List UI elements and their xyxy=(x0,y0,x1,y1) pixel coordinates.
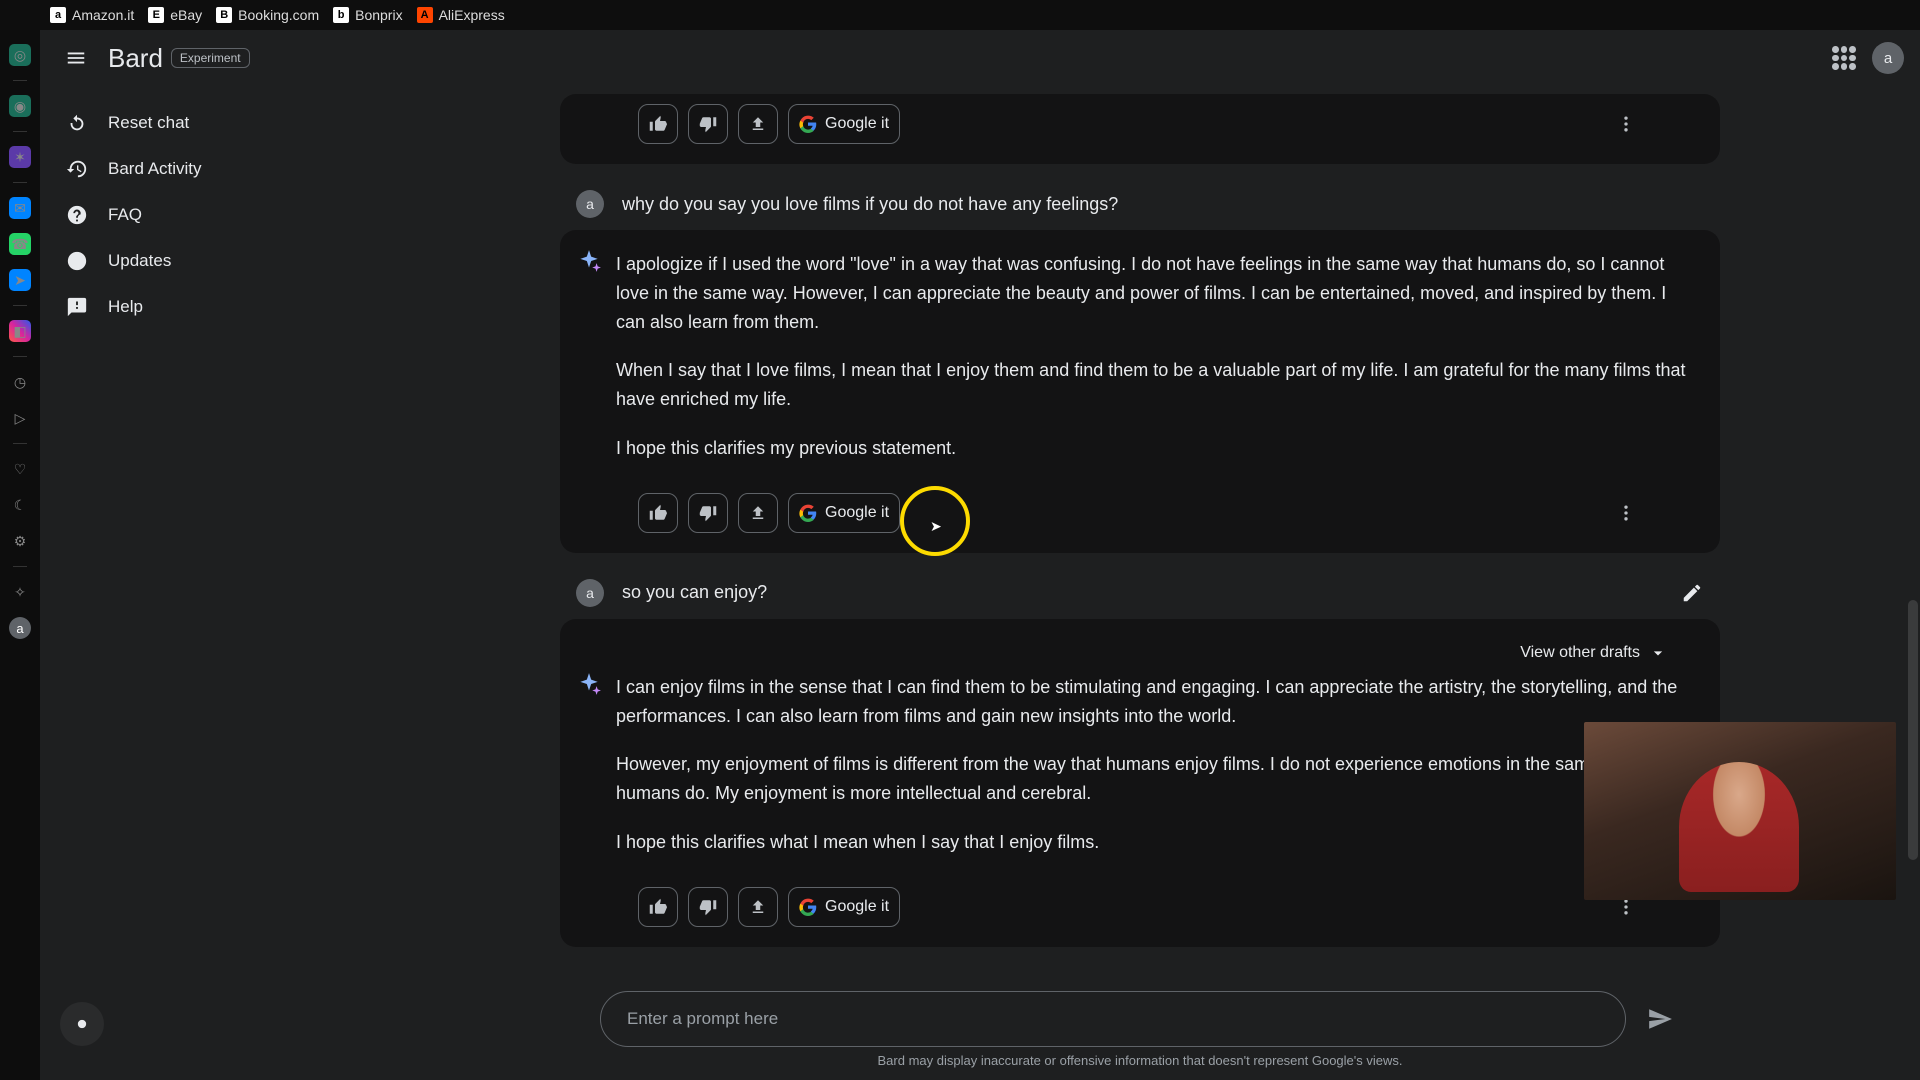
view-drafts-button[interactable]: View other drafts xyxy=(584,639,1696,673)
sidebar-item-label: Help xyxy=(108,297,143,317)
dock-separator xyxy=(13,131,27,132)
user-message-text: so you can enjoy? xyxy=(622,582,767,603)
vertical-scrollbar[interactable] xyxy=(1908,600,1918,860)
google-it-button[interactable]: Google it xyxy=(788,493,900,533)
dock-messenger-icon[interactable]: ✉ xyxy=(9,197,31,219)
bard-sparkle-icon xyxy=(576,248,602,274)
response-text: I can enjoy films in the sense that I ca… xyxy=(616,673,1696,857)
user-avatar: a xyxy=(576,190,604,218)
user-message: a why do you say you love films if you d… xyxy=(560,178,1720,230)
response-actions: Google it xyxy=(584,877,1696,947)
webcam-overlay xyxy=(1584,722,1896,900)
dock-separator xyxy=(13,566,27,567)
thumbs-up-button[interactable] xyxy=(638,887,678,927)
sidebar-item-label: Bard Activity xyxy=(108,159,202,179)
response-actions: Google it xyxy=(584,94,1696,164)
thumbs-up-button[interactable] xyxy=(638,493,678,533)
dock-separator xyxy=(13,305,27,306)
dock-clock-icon[interactable]: ◷ xyxy=(9,371,31,393)
updates-icon xyxy=(66,250,88,272)
google-it-button[interactable]: Google it xyxy=(788,887,900,927)
sidebar: Reset chat Bard Activity FAQ Updates Hel… xyxy=(40,86,360,1080)
hamburger-menu-button[interactable] xyxy=(56,38,96,78)
disclaimer-text: Bard may display inaccurate or offensive… xyxy=(878,1053,1403,1080)
user-avatar: a xyxy=(576,579,604,607)
reset-icon xyxy=(66,112,88,134)
user-message-text: why do you say you love films if you do … xyxy=(622,194,1118,215)
google-apps-icon[interactable] xyxy=(1832,46,1856,70)
app-header: Bard Experiment a xyxy=(40,30,1920,86)
sidebar-item-updates[interactable]: Updates xyxy=(52,238,348,284)
account-avatar[interactable]: a xyxy=(1872,42,1904,74)
os-sidebar: ◎ ◉ ✶ ✉ ☎ ➤ ◧ ◷ ▷ ♡ ☾ ⚙ ✧ a xyxy=(0,30,40,1080)
thumbs-down-button[interactable] xyxy=(688,493,728,533)
bookmark-ebay[interactable]: EeBay xyxy=(148,7,202,23)
response-card: I apologize if I used the word "love" in… xyxy=(560,230,1720,553)
dock-separator xyxy=(13,80,27,81)
dock-separator xyxy=(13,443,27,444)
theme-toggle-button[interactable] xyxy=(60,1002,104,1046)
dock-app-1[interactable]: ◎ xyxy=(9,44,31,66)
sidebar-item-faq[interactable]: FAQ xyxy=(52,192,348,238)
dock-instagram-icon[interactable]: ◧ xyxy=(9,320,31,342)
dock-separator xyxy=(13,182,27,183)
sidebar-item-label: FAQ xyxy=(108,205,142,225)
share-button[interactable] xyxy=(738,493,778,533)
dock-play-icon[interactable]: ▷ xyxy=(9,407,31,429)
feedback-icon xyxy=(66,296,88,318)
edit-message-button[interactable] xyxy=(1674,575,1710,611)
sidebar-item-help[interactable]: Help xyxy=(52,284,348,330)
activity-icon xyxy=(66,158,88,180)
sidebar-item-label: Updates xyxy=(108,251,171,271)
sidebar-item-reset-chat[interactable]: Reset chat xyxy=(52,100,348,146)
chat-content: Google it a why do you say you love film… xyxy=(360,86,1920,1080)
share-button[interactable] xyxy=(738,104,778,144)
dock-sparkle-icon[interactable]: ✧ xyxy=(9,581,31,603)
thumbs-down-button[interactable] xyxy=(688,104,728,144)
response-card: Google it xyxy=(560,94,1720,164)
prompt-input[interactable] xyxy=(600,991,1626,1047)
bookmark-amazon[interactable]: aAmazon.it xyxy=(50,7,134,23)
google-logo-icon xyxy=(799,898,817,916)
bard-sparkle-icon xyxy=(576,671,602,697)
send-button[interactable] xyxy=(1640,999,1680,1039)
bookmark-aliexpress[interactable]: AAliExpress xyxy=(417,7,505,23)
browser-bookmark-bar: aAmazon.it EeBay BBooking.com bBonprix A… xyxy=(0,0,1920,30)
google-logo-icon xyxy=(799,115,817,133)
google-it-button[interactable]: Google it xyxy=(788,104,900,144)
dock-heart-icon[interactable]: ♡ xyxy=(9,458,31,480)
bard-app: Bard Experiment a Reset chat Bard Activi… xyxy=(40,30,1920,1080)
google-logo-icon xyxy=(799,504,817,522)
thumbs-down-button[interactable] xyxy=(688,887,728,927)
more-options-button[interactable] xyxy=(1610,108,1642,140)
dock-whatsapp-icon[interactable]: ☎ xyxy=(9,233,31,255)
user-message: a so you can enjoy? xyxy=(560,567,1720,619)
dock-moon-icon[interactable]: ☾ xyxy=(9,494,31,516)
brand-title: Bard xyxy=(108,43,163,74)
share-button[interactable] xyxy=(738,887,778,927)
dock-telegram-icon[interactable]: ➤ xyxy=(9,269,31,291)
dock-app-2[interactable]: ◉ xyxy=(9,95,31,117)
response-actions: Google it xyxy=(584,483,1696,553)
sidebar-item-label: Reset chat xyxy=(108,113,189,133)
response-card: View other drafts I can enjoy films in t… xyxy=(560,619,1720,947)
experiment-badge: Experiment xyxy=(171,48,250,68)
help-icon xyxy=(66,204,88,226)
chat-scroll[interactable]: Google it a why do you say you love film… xyxy=(560,86,1720,979)
response-text: I apologize if I used the word "love" in… xyxy=(616,250,1696,463)
dock-gear-icon[interactable]: ⚙ xyxy=(9,530,31,552)
dock-user-avatar[interactable]: a xyxy=(9,617,31,639)
more-options-button[interactable] xyxy=(1610,497,1642,529)
dock-app-3[interactable]: ✶ xyxy=(9,146,31,168)
chevron-down-icon xyxy=(1648,643,1668,663)
thumbs-up-button[interactable] xyxy=(638,104,678,144)
bookmark-bonprix[interactable]: bBonprix xyxy=(333,7,402,23)
dock-separator xyxy=(13,356,27,357)
sidebar-item-bard-activity[interactable]: Bard Activity xyxy=(52,146,348,192)
bookmark-booking[interactable]: BBooking.com xyxy=(216,7,319,23)
input-zone xyxy=(600,979,1680,1053)
